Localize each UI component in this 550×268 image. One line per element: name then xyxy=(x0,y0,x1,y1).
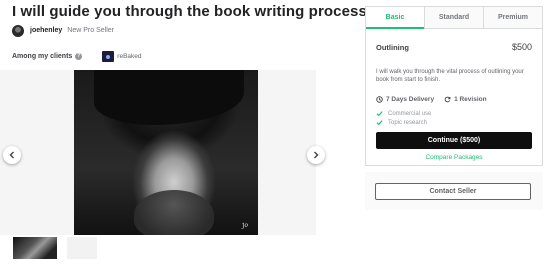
package-description: I will walk you through the vital proces… xyxy=(376,69,524,83)
revisions: 1 Revision xyxy=(444,96,487,103)
revisions-label: 1 Revision xyxy=(454,96,487,103)
gig-title: I will guide you through the book writin… xyxy=(12,3,367,20)
feature-label: Commercial use xyxy=(388,110,432,117)
contact-seller-button[interactable]: Contact Seller xyxy=(375,183,531,200)
package-tabs: Basic Standard Premium xyxy=(366,7,542,29)
tab-premium[interactable]: Premium xyxy=(483,7,542,28)
client-name: reBaked xyxy=(117,53,142,60)
feature-item: Commercial use xyxy=(376,110,431,117)
tab-standard[interactable]: Standard xyxy=(424,7,483,28)
feature-label: Topic research xyxy=(388,119,428,126)
package-price: $500 xyxy=(511,42,532,52)
check-icon xyxy=(376,111,383,117)
chevron-right-icon xyxy=(314,151,319,159)
delivery-label: 7 Days Delivery xyxy=(386,96,435,103)
clients-section: Among my clients ? reBaked xyxy=(12,51,142,62)
clients-label: Among my clients xyxy=(12,53,73,60)
gallery-thumbnails xyxy=(13,237,97,259)
contact-panel: Contact Seller xyxy=(365,172,543,210)
package-header: Outlining $500 xyxy=(376,42,532,52)
clock-icon xyxy=(376,96,383,103)
gig-gallery: Jo xyxy=(0,70,316,235)
photo-cap xyxy=(94,70,244,125)
refresh-icon xyxy=(444,96,451,103)
seller-name[interactable]: joehenley xyxy=(30,27,62,34)
client-logo xyxy=(102,51,115,62)
tab-basic[interactable]: Basic xyxy=(366,7,424,29)
thumbnail-2[interactable] xyxy=(67,237,97,259)
seller-avatar[interactable] xyxy=(12,24,24,37)
photo-beard xyxy=(134,190,214,235)
thumbnail-1[interactable] xyxy=(13,237,57,259)
delivery-time: 7 Days Delivery xyxy=(376,96,434,103)
gallery-prev-button[interactable] xyxy=(3,146,21,164)
seller-info: joehenley New Pro Seller xyxy=(12,24,114,37)
seller-level-badge: New Pro Seller xyxy=(67,27,114,34)
package-panel: Basic Standard Premium Outlining $500 I … xyxy=(365,6,543,166)
chevron-left-icon xyxy=(9,151,14,159)
gallery-next-button[interactable] xyxy=(307,146,325,164)
gig-main-image: Jo xyxy=(74,70,258,235)
continue-button[interactable]: Continue ($500) xyxy=(376,132,532,149)
package-meta: 7 Days Delivery 1 Revision xyxy=(376,96,497,103)
package-name: Outlining xyxy=(376,42,409,52)
feature-item: Topic research xyxy=(376,119,427,126)
help-icon[interactable]: ? xyxy=(75,53,83,60)
check-icon xyxy=(376,120,383,126)
compare-packages-link[interactable]: Compare Packages xyxy=(376,154,532,161)
photo-signature: Jo xyxy=(241,221,249,230)
